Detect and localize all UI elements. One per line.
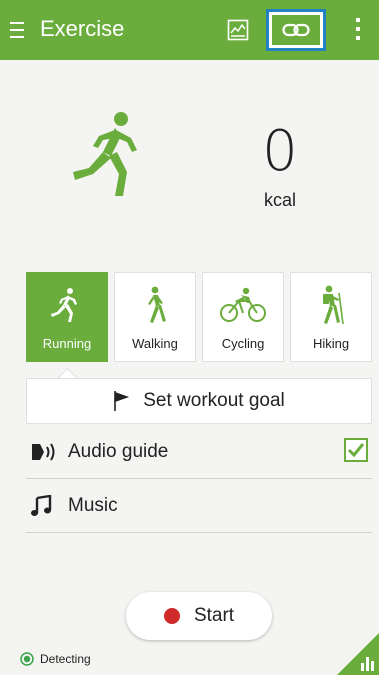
activity-cycling[interactable]: Cycling <box>202 272 284 362</box>
gps-icon <box>20 652 34 666</box>
page-title: Exercise <box>40 16 125 41</box>
chart-button[interactable] <box>222 14 254 46</box>
start-button[interactable]: Start <box>126 592 272 640</box>
activity-label: Walking <box>132 336 178 351</box>
activity-walking[interactable]: Walking <box>114 272 196 362</box>
gps-status-label: Detecting <box>40 652 91 666</box>
calorie-value: 0 <box>262 119 298 184</box>
bar-chart-icon[interactable] <box>337 633 379 675</box>
activity-selector: Running Walking Cycling Hiking <box>26 272 372 362</box>
overflow-menu-icon[interactable] <box>354 18 362 44</box>
audio-guide-label: Audio guide <box>68 441 169 462</box>
record-dot-icon <box>163 608 180 624</box>
gps-status: Detecting <box>20 652 91 666</box>
activity-running[interactable]: Running <box>26 272 108 362</box>
running-figure-icon <box>73 112 137 196</box>
activity-label: Cycling <box>221 336 265 351</box>
audio-guide-checkbox[interactable] <box>344 438 368 462</box>
hamburger-icon[interactable] <box>10 22 24 38</box>
music-row[interactable]: Music <box>26 480 372 533</box>
running-icon <box>51 288 77 322</box>
flag-icon <box>114 391 130 411</box>
chart-icon <box>227 19 249 41</box>
calorie-unit: kcal <box>263 190 296 210</box>
music-note-icon <box>31 495 52 516</box>
audio-guide-row[interactable]: Audio guide <box>26 426 372 479</box>
activity-label: Running <box>42 336 92 351</box>
start-label: Start <box>193 605 235 626</box>
activity-label: Hiking <box>312 336 350 351</box>
goal-label: Set workout goal <box>143 390 285 411</box>
link-icon <box>282 23 310 37</box>
app-header: Exercise <box>0 0 379 60</box>
activity-hiking[interactable]: Hiking <box>290 272 372 362</box>
walking-icon <box>148 286 166 323</box>
checkmark-icon <box>347 443 365 458</box>
music-label: Music <box>68 495 118 516</box>
hiking-icon <box>323 285 344 325</box>
link-button[interactable] <box>266 9 326 51</box>
cycling-icon <box>220 287 266 322</box>
speaker-icon <box>32 443 55 461</box>
set-workout-goal-button[interactable]: Set workout goal <box>26 378 372 424</box>
